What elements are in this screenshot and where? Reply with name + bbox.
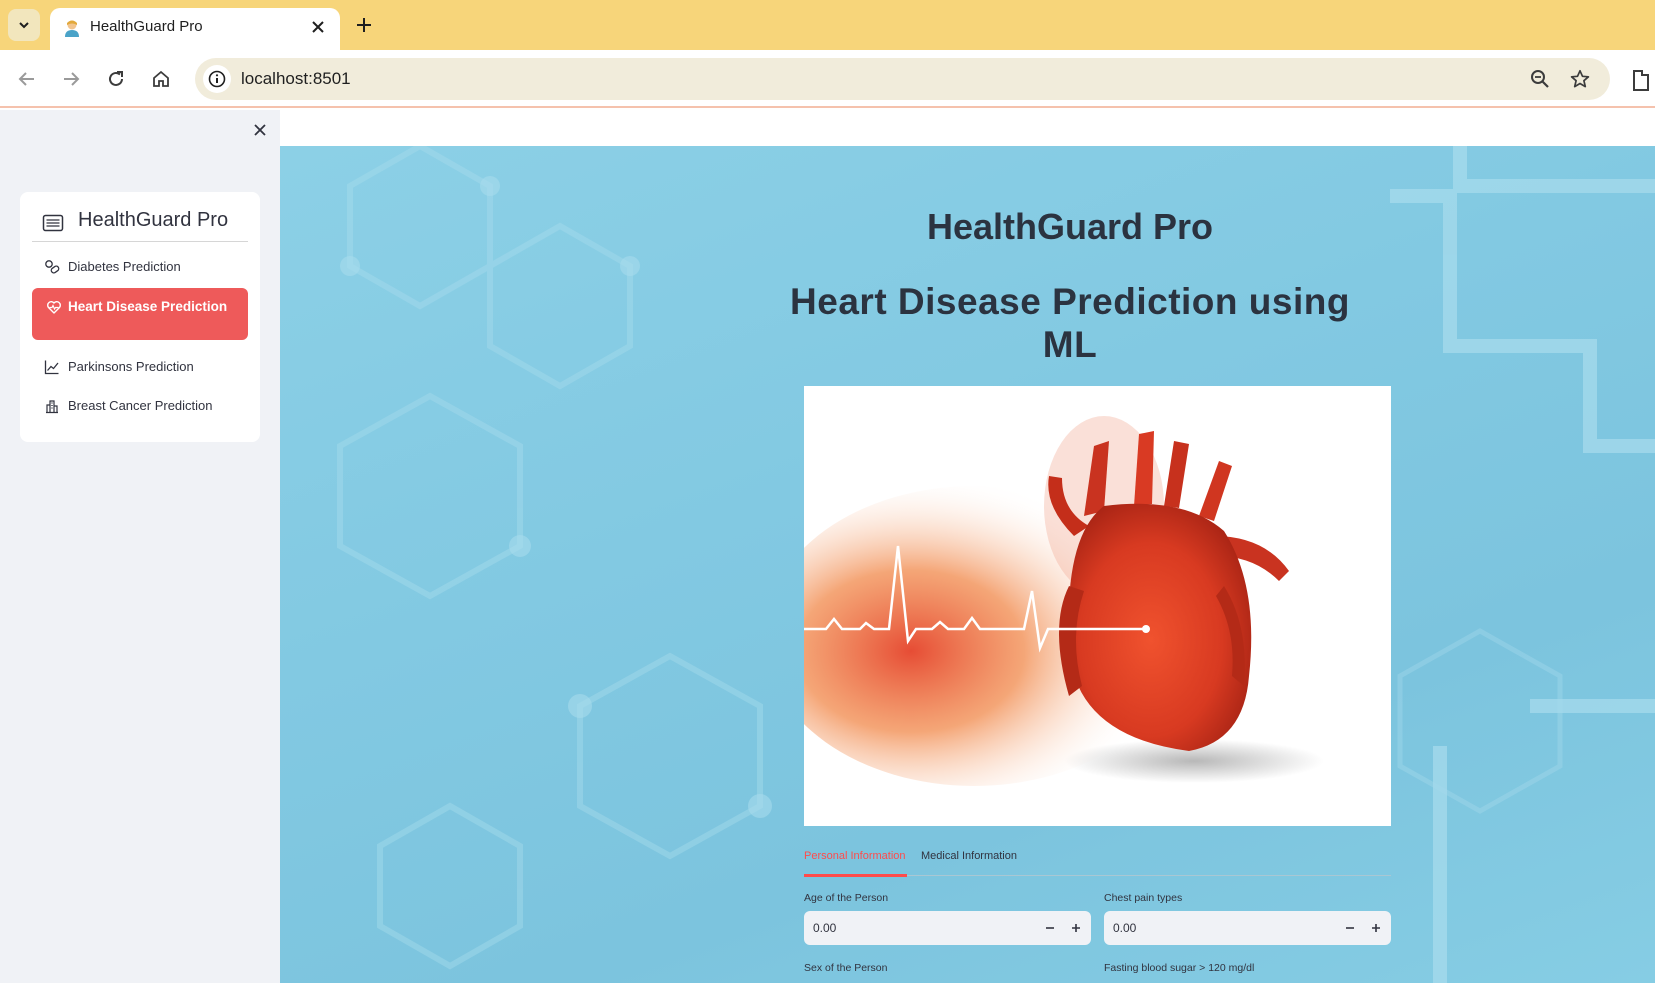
zoom-out-icon — [1531, 70, 1549, 88]
reload-icon — [109, 71, 123, 86]
browser-tab-strip: HealthGuard Pro — [0, 0, 1655, 50]
heart-image — [804, 386, 1391, 826]
minus-icon — [1046, 927, 1054, 929]
chest-pain-increment-button[interactable] — [1364, 916, 1388, 940]
back-button[interactable] — [11, 63, 43, 95]
tab-personal-information[interactable]: Personal Information — [804, 850, 906, 862]
chest-pain-value[interactable]: 0.00 — [1113, 921, 1136, 935]
sidebar-item-label: Parkinsons Prediction — [68, 359, 194, 374]
sidebar-item-label: Breast Cancer Prediction — [68, 398, 213, 413]
age-label: Age of the Person — [804, 892, 889, 904]
sidebar-item-breast-cancer[interactable]: Breast Cancer Prediction — [32, 387, 248, 423]
sex-label: Sex of the Person — [804, 962, 888, 974]
url-text: localhost:8501 — [241, 69, 351, 88]
home-button[interactable] — [145, 63, 177, 95]
option-menu: HealthGuard Pro Diabetes Prediction Hear… — [20, 192, 260, 442]
home-icon — [153, 70, 169, 87]
minus-icon — [1346, 927, 1354, 929]
close-icon — [254, 124, 266, 136]
doctor-favicon-icon — [65, 20, 79, 37]
tab-search-button[interactable] — [8, 9, 40, 41]
star-icon — [1570, 69, 1590, 88]
sidebar-item-parkinsons[interactable]: Parkinsons Prediction — [32, 348, 248, 384]
sidebar-item-label: Heart Disease Prediction — [68, 299, 228, 314]
browser-toolbar: localhost:8501 — [0, 50, 1655, 108]
arrow-right-icon — [64, 72, 80, 86]
plus-icon — [357, 18, 371, 32]
age-number-input[interactable]: 0.00 — [804, 911, 1091, 945]
plus-icon — [1072, 924, 1080, 932]
age-decrement-button[interactable] — [1038, 916, 1062, 940]
app-header-strip — [280, 110, 1655, 146]
sidebar-item-label: Diabetes Prediction — [68, 259, 181, 274]
arrow-left-icon — [18, 72, 34, 86]
sidebar-close-button[interactable] — [248, 118, 272, 142]
fasting-blood-sugar-label: Fasting blood sugar > 120 mg/dl — [1104, 962, 1255, 974]
app-title: HealthGuard Pro — [926, 206, 1214, 247]
form-tabs: Personal Information Medical Information — [804, 846, 1391, 877]
chest-pain-decrement-button[interactable] — [1338, 916, 1362, 940]
bookmark-button[interactable] — [1568, 67, 1592, 91]
zoom-button[interactable] — [1528, 67, 1552, 91]
page-title: Heart Disease Prediction using ML — [790, 281, 1350, 365]
heart-illustration — [804, 386, 1391, 826]
sidebar-item-diabetes[interactable]: Diabetes Prediction — [32, 248, 248, 284]
main-content: HealthGuard Pro Heart Disease Prediction… — [280, 146, 1655, 983]
age-increment-button[interactable] — [1064, 916, 1088, 940]
age-value[interactable]: 0.00 — [813, 921, 836, 935]
tab-medical-information[interactable]: Medical Information — [921, 850, 1017, 862]
tab-title: HealthGuard Pro — [90, 18, 203, 35]
extensions-icon[interactable] — [1628, 64, 1655, 94]
close-icon — [312, 21, 324, 33]
info-icon — [208, 70, 226, 88]
new-tab-button[interactable] — [350, 11, 378, 39]
tab-close-button[interactable] — [306, 15, 330, 39]
browser-tab[interactable]: HealthGuard Pro — [50, 8, 340, 50]
chest-pain-number-input[interactable]: 0.00 — [1104, 911, 1391, 945]
plus-icon — [1372, 924, 1380, 932]
menu-header: HealthGuard Pro — [32, 206, 248, 242]
graph-up-icon — [44, 360, 59, 375]
forward-button[interactable] — [55, 63, 87, 95]
active-tab-indicator — [804, 874, 907, 877]
chevron-down-icon — [19, 22, 29, 29]
menu-title: HealthGuard Pro — [78, 209, 229, 231]
building-icon — [46, 400, 58, 414]
pills-icon — [45, 260, 60, 274]
site-info-button[interactable] — [203, 65, 231, 93]
sidebar: HealthGuard Pro Diabetes Prediction Hear… — [0, 110, 280, 983]
reload-button[interactable] — [100, 63, 132, 95]
card-list-icon — [42, 214, 64, 232]
address-bar[interactable]: localhost:8501 — [195, 58, 1610, 100]
sidebar-item-heart-disease[interactable]: Heart Disease Prediction — [32, 288, 248, 340]
chest-pain-label: Chest pain types — [1104, 892, 1183, 904]
